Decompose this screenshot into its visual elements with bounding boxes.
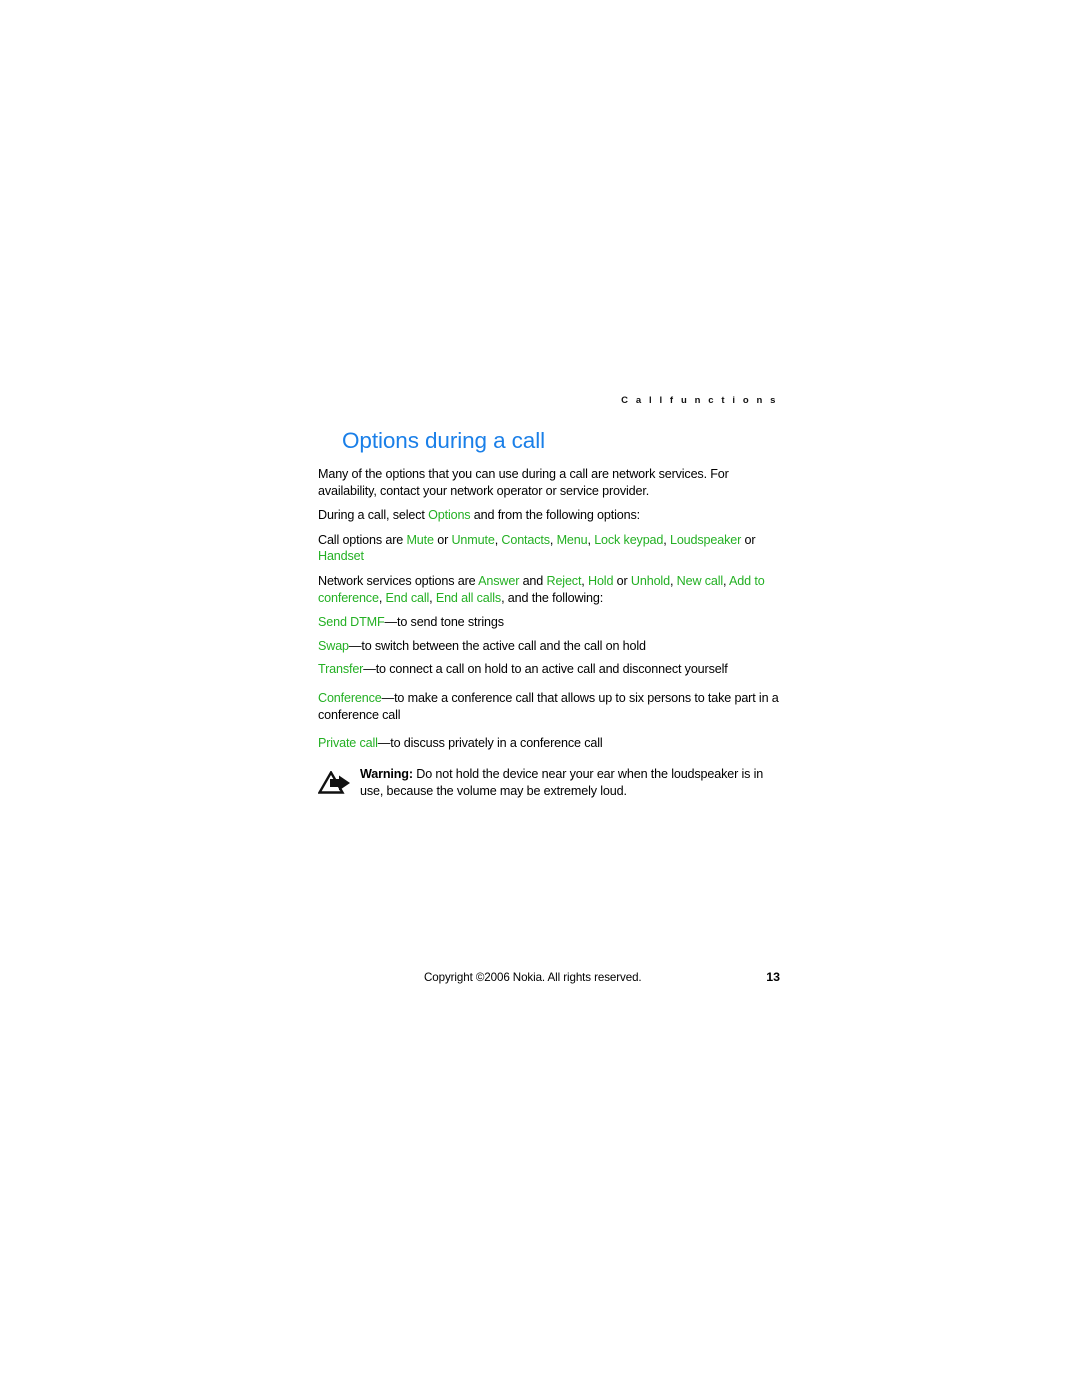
- warning-text: Warning: Do not hold the device near you…: [356, 766, 780, 800]
- em-dash: —: [363, 662, 376, 677]
- term-unhold: Unhold: [630, 573, 670, 588]
- separator-comma: ,: [581, 573, 588, 588]
- term-options: Options: [428, 508, 471, 523]
- option-item-send-dtmf: Send DTMF—to send tone strings: [318, 614, 780, 631]
- page-number: 13: [766, 970, 780, 984]
- term-new-call: New call: [676, 573, 724, 588]
- call-options-prefix: Call options are: [318, 532, 407, 547]
- intro-text: Many of the options that you can use dur…: [318, 467, 729, 498]
- option-description: to send tone strings: [397, 615, 504, 630]
- separator-and: and: [519, 573, 547, 588]
- separator-or: or: [433, 532, 452, 547]
- separator-comma: ,: [663, 532, 670, 547]
- separator-comma: ,: [378, 590, 386, 605]
- page-content: C a l l f u n c t i o n s Options during…: [317, 395, 780, 800]
- network-services-suffix: and the following:: [507, 590, 604, 605]
- separator-comma: ,: [669, 573, 677, 588]
- option-item-conference: Conference—to make a conference call tha…: [318, 690, 780, 723]
- term-transfer: Transfer: [318, 662, 364, 677]
- term-end-all-calls: End all calls: [435, 590, 502, 605]
- term-lock-keypad: Lock keypad: [594, 532, 664, 547]
- separator-or: or: [741, 532, 756, 547]
- term-hold: Hold: [588, 573, 614, 588]
- during-call-paragraph: During a call, select Options and from t…: [318, 507, 780, 524]
- warning-block: Warning: Do not hold the device near you…: [317, 766, 780, 800]
- term-unmute: Unmute: [451, 532, 495, 547]
- separator-comma: ,: [549, 532, 557, 547]
- term-end-call: End call: [385, 590, 430, 605]
- term-loudspeaker: Loudspeaker: [669, 532, 742, 547]
- during-call-suffix: and from the following options:: [470, 508, 640, 523]
- page-title: Options during a call: [342, 428, 546, 453]
- separator-or: or: [613, 573, 631, 588]
- term-answer: Answer: [478, 573, 520, 588]
- page-footer: Copyright ©2006 Nokia. All rights reserv…: [424, 970, 780, 984]
- during-call-prefix: During a call, select: [318, 508, 429, 523]
- warning-body: Do not hold the device near your ear whe…: [360, 766, 764, 798]
- em-dash: —: [348, 638, 362, 653]
- option-description: to discuss privately in a conference cal…: [390, 736, 603, 751]
- network-services-prefix: Network services options are: [318, 573, 479, 588]
- running-header: C a l l f u n c t i o n s: [621, 395, 778, 406]
- em-dash: —: [381, 690, 395, 705]
- separator-comma: ,: [429, 590, 436, 605]
- term-handset: Handset: [318, 549, 364, 564]
- copyright-notice: Copyright ©2006 Nokia. All rights reserv…: [424, 971, 642, 984]
- term-private-call: Private call: [318, 736, 378, 751]
- separator-comma: ,: [501, 590, 508, 605]
- term-menu: Menu: [556, 532, 588, 547]
- em-dash: —: [384, 615, 398, 630]
- call-options-paragraph: Call options are Mute or Unmute, Contact…: [318, 532, 780, 565]
- term-contacts: Contacts: [501, 532, 550, 547]
- term-conference: Conference: [318, 690, 382, 705]
- warning-label: Warning:: [360, 766, 413, 781]
- option-description: to connect a call on hold to an active c…: [375, 662, 728, 677]
- option-item-private-call: Private call—to discuss privately in a c…: [318, 735, 780, 752]
- intro-paragraph: Many of the options that you can use dur…: [318, 466, 780, 499]
- option-item-swap: Swap—to switch between the active call a…: [318, 638, 780, 655]
- term-reject: Reject: [546, 573, 582, 588]
- em-dash: —: [377, 736, 391, 751]
- term-swap: Swap: [318, 638, 349, 653]
- option-description: to switch between the active call and th…: [361, 638, 646, 653]
- warning-triangle-arrow-icon: [317, 766, 356, 800]
- network-services-paragraph: Network services options are Answer and …: [318, 573, 780, 606]
- term-mute: Mute: [406, 532, 434, 547]
- term-send-dtmf: Send DTMF: [318, 615, 385, 630]
- option-item-transfer: Transfer—to connect a call on hold to an…: [318, 661, 780, 678]
